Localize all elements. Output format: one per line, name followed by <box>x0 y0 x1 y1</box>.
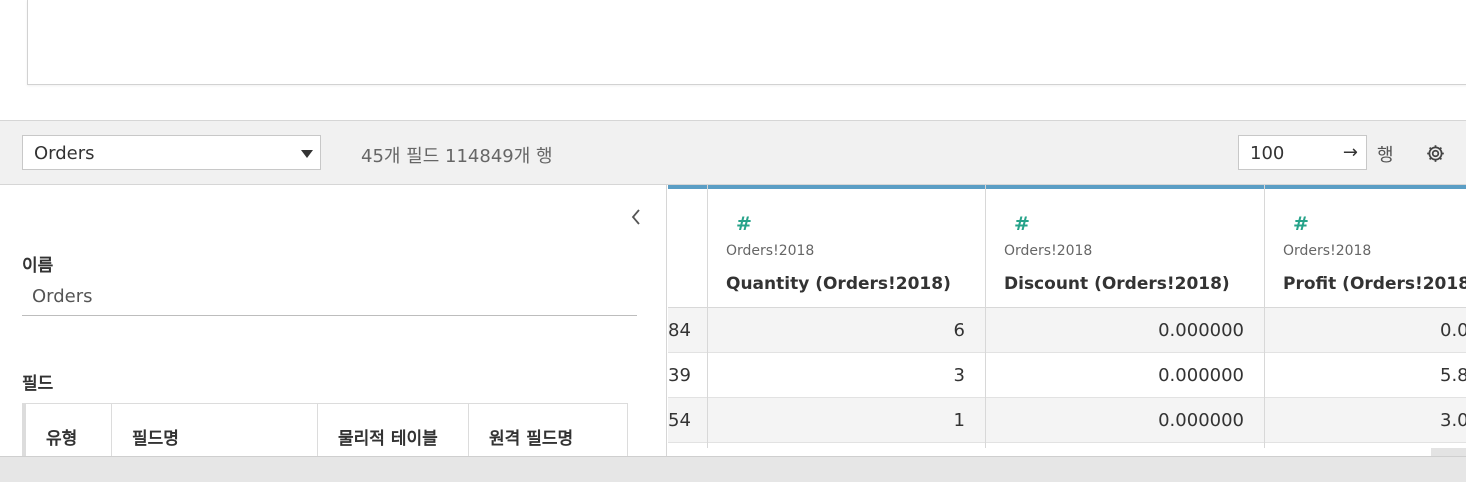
rows-count-input[interactable]: 100 → <box>1238 135 1367 170</box>
fields-col-label: 필드명 <box>132 429 179 449</box>
fields-col-label: 원격 필드명 <box>489 429 574 449</box>
grid-column-profit: # Orders!2018 Profit (Orders!2018) 0.0 5… <box>1265 185 1466 448</box>
table-cell: 1 <box>708 398 985 443</box>
rows-unit-label: 행 <box>1377 145 1394 166</box>
name-label: 이름 <box>22 256 54 276</box>
canvas-area <box>27 0 1466 85</box>
table-cell: 3.0 <box>1265 398 1466 443</box>
fields-col-remote-name[interactable]: 원격 필드명 <box>469 404 628 456</box>
apply-arrow-icon[interactable]: → <box>1343 142 1358 163</box>
grid-column-discount: # Orders!2018 Discount (Orders!2018) 0.0… <box>986 185 1265 448</box>
column-source: Orders!2018 <box>1283 243 1372 259</box>
table-cell: 6 <box>708 308 985 353</box>
table-cell: 54 <box>668 398 707 443</box>
status-bar <box>0 456 1466 482</box>
fields-label: 필드 <box>22 374 54 394</box>
column-name: Profit (Orders!2018) <box>1283 274 1466 294</box>
table-cell: 3 <box>708 353 985 398</box>
column-header[interactable]: # Orders!2018 Profit (Orders!2018) <box>1265 189 1466 308</box>
name-underline <box>22 315 637 316</box>
chevron-down-icon <box>301 150 313 158</box>
data-grid: 84 39 54 # Orders!2018 Quantity (Orders!… <box>668 185 1466 448</box>
number-hash-icon[interactable]: # <box>1293 213 1309 235</box>
column-header[interactable]: # Orders!2018 Quantity (Orders!2018) <box>708 189 985 308</box>
chevron-left-icon[interactable] <box>628 207 644 227</box>
fields-col-label: 유형 <box>46 429 78 449</box>
fields-table: 유형 필드명 물리적 테이블 원격 필드명 <box>22 403 628 456</box>
grid-column-quantity: # Orders!2018 Quantity (Orders!2018) 6 3… <box>708 185 986 448</box>
table-cell: 39 <box>668 353 707 398</box>
table-details-panel: 이름 Orders 필드 유형 필드명 물리적 테이블 원격 필드명 <box>0 185 667 456</box>
column-header[interactable] <box>668 189 707 308</box>
fields-col-name[interactable]: 필드명 <box>112 404 318 456</box>
rows-count-value: 100 <box>1250 143 1285 164</box>
column-header[interactable]: # Orders!2018 Discount (Orders!2018) <box>986 189 1264 308</box>
table-cell: 5.8 <box>1265 353 1466 398</box>
column-source: Orders!2018 <box>726 243 815 259</box>
data-preview-toolbar: Orders 45개 필드 114849개 행 100 → 행 <box>0 120 1466 185</box>
table-cell: 84 <box>668 308 707 353</box>
table-select[interactable]: Orders <box>22 135 321 170</box>
column-name: Discount (Orders!2018) <box>1004 274 1230 294</box>
fields-col-label: 물리적 테이블 <box>338 429 438 449</box>
grid-column-partial: 84 39 54 <box>668 185 708 448</box>
table-cell: 0.000000 <box>986 398 1264 443</box>
gear-icon[interactable] <box>1425 143 1446 164</box>
fields-col-type[interactable]: 유형 <box>26 404 112 456</box>
table-cell: 0.000000 <box>986 308 1264 353</box>
column-name: Quantity (Orders!2018) <box>726 274 951 294</box>
column-source: Orders!2018 <box>1004 243 1093 259</box>
number-hash-icon[interactable]: # <box>736 213 752 235</box>
table-select-value: Orders <box>34 143 95 164</box>
fields-col-physical-table[interactable]: 물리적 테이블 <box>318 404 469 456</box>
fields-rows-summary: 45개 필드 114849개 행 <box>361 146 553 167</box>
number-hash-icon[interactable]: # <box>1014 213 1030 235</box>
horizontal-scrollbar[interactable] <box>1431 448 1466 456</box>
table-cell: 0.000000 <box>986 353 1264 398</box>
table-cell: 0.0 <box>1265 308 1466 353</box>
name-field[interactable]: Orders <box>32 286 93 307</box>
